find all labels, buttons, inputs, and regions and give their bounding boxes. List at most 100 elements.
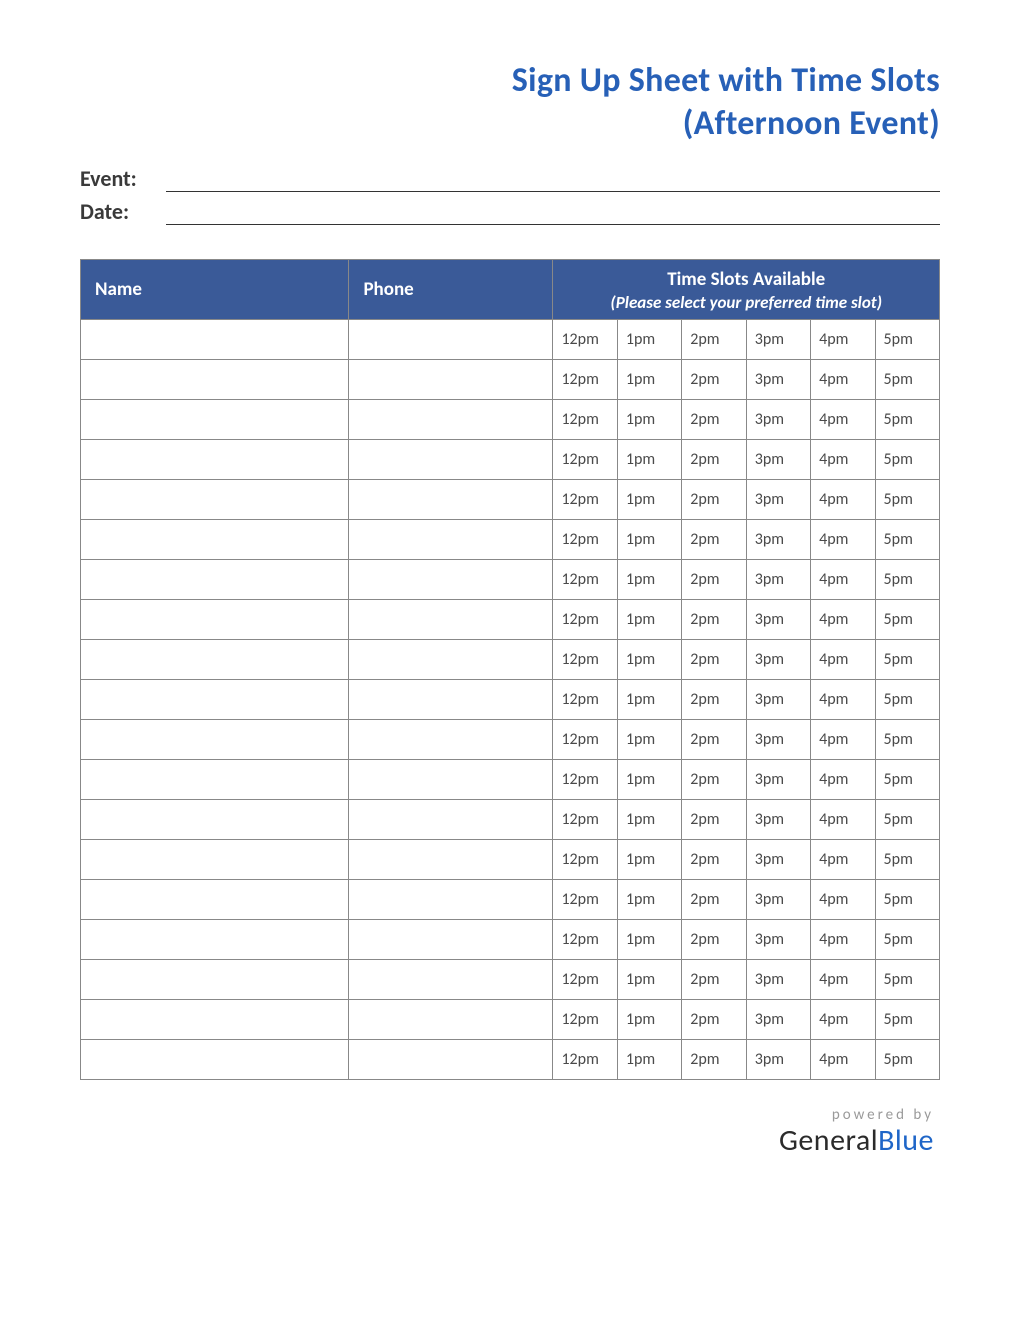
- timeslot-cell[interactable]: 5pm: [875, 319, 939, 359]
- name-cell[interactable]: [81, 599, 349, 639]
- name-cell[interactable]: [81, 519, 349, 559]
- timeslot-cell[interactable]: 4pm: [811, 839, 875, 879]
- timeslot-cell[interactable]: 5pm: [875, 999, 939, 1039]
- name-cell[interactable]: [81, 1039, 349, 1079]
- name-cell[interactable]: [81, 719, 349, 759]
- timeslot-cell[interactable]: 12pm: [553, 399, 617, 439]
- timeslot-cell[interactable]: 2pm: [682, 439, 746, 479]
- phone-cell[interactable]: [349, 319, 553, 359]
- phone-cell[interactable]: [349, 959, 553, 999]
- timeslot-cell[interactable]: 5pm: [875, 399, 939, 439]
- name-cell[interactable]: [81, 679, 349, 719]
- timeslot-cell[interactable]: 4pm: [811, 919, 875, 959]
- timeslot-cell[interactable]: 2pm: [682, 599, 746, 639]
- timeslot-cell[interactable]: 2pm: [682, 639, 746, 679]
- timeslot-cell[interactable]: 2pm: [682, 1039, 746, 1079]
- name-cell[interactable]: [81, 999, 349, 1039]
- timeslot-cell[interactable]: 12pm: [553, 879, 617, 919]
- timeslot-cell[interactable]: 5pm: [875, 1039, 939, 1079]
- timeslot-cell[interactable]: 12pm: [553, 719, 617, 759]
- name-cell[interactable]: [81, 799, 349, 839]
- timeslot-cell[interactable]: 12pm: [553, 559, 617, 599]
- name-cell[interactable]: [81, 759, 349, 799]
- name-cell[interactable]: [81, 479, 349, 519]
- timeslot-cell[interactable]: 12pm: [553, 519, 617, 559]
- timeslot-cell[interactable]: 3pm: [746, 559, 810, 599]
- timeslot-cell[interactable]: 1pm: [617, 839, 681, 879]
- timeslot-cell[interactable]: 4pm: [811, 639, 875, 679]
- timeslot-cell[interactable]: 4pm: [811, 879, 875, 919]
- timeslot-cell[interactable]: 3pm: [746, 1039, 810, 1079]
- timeslot-cell[interactable]: 2pm: [682, 759, 746, 799]
- timeslot-cell[interactable]: 1pm: [617, 519, 681, 559]
- timeslot-cell[interactable]: 5pm: [875, 919, 939, 959]
- timeslot-cell[interactable]: 12pm: [553, 799, 617, 839]
- phone-cell[interactable]: [349, 759, 553, 799]
- timeslot-cell[interactable]: 12pm: [553, 839, 617, 879]
- timeslot-cell[interactable]: 1pm: [617, 639, 681, 679]
- phone-cell[interactable]: [349, 559, 553, 599]
- timeslot-cell[interactable]: 1pm: [617, 999, 681, 1039]
- phone-cell[interactable]: [349, 1039, 553, 1079]
- timeslot-cell[interactable]: 3pm: [746, 519, 810, 559]
- phone-cell[interactable]: [349, 479, 553, 519]
- timeslot-cell[interactable]: 1pm: [617, 919, 681, 959]
- timeslot-cell[interactable]: 2pm: [682, 479, 746, 519]
- timeslot-cell[interactable]: 4pm: [811, 359, 875, 399]
- timeslot-cell[interactable]: 12pm: [553, 759, 617, 799]
- phone-cell[interactable]: [349, 519, 553, 559]
- timeslot-cell[interactable]: 12pm: [553, 1039, 617, 1079]
- timeslot-cell[interactable]: 1pm: [617, 799, 681, 839]
- timeslot-cell[interactable]: 3pm: [746, 319, 810, 359]
- timeslot-cell[interactable]: 3pm: [746, 599, 810, 639]
- timeslot-cell[interactable]: 3pm: [746, 479, 810, 519]
- name-cell[interactable]: [81, 879, 349, 919]
- timeslot-cell[interactable]: 1pm: [617, 759, 681, 799]
- timeslot-cell[interactable]: 2pm: [682, 799, 746, 839]
- timeslot-cell[interactable]: 1pm: [617, 399, 681, 439]
- phone-cell[interactable]: [349, 439, 553, 479]
- timeslot-cell[interactable]: 2pm: [682, 719, 746, 759]
- timeslot-cell[interactable]: 1pm: [617, 879, 681, 919]
- phone-cell[interactable]: [349, 879, 553, 919]
- phone-cell[interactable]: [349, 919, 553, 959]
- timeslot-cell[interactable]: 5pm: [875, 879, 939, 919]
- timeslot-cell[interactable]: 4pm: [811, 959, 875, 999]
- timeslot-cell[interactable]: 3pm: [746, 999, 810, 1039]
- timeslot-cell[interactable]: 1pm: [617, 559, 681, 599]
- timeslot-cell[interactable]: 12pm: [553, 319, 617, 359]
- phone-cell[interactable]: [349, 679, 553, 719]
- timeslot-cell[interactable]: 4pm: [811, 1039, 875, 1079]
- timeslot-cell[interactable]: 3pm: [746, 399, 810, 439]
- timeslot-cell[interactable]: 12pm: [553, 959, 617, 999]
- timeslot-cell[interactable]: 4pm: [811, 479, 875, 519]
- timeslot-cell[interactable]: 2pm: [682, 879, 746, 919]
- name-cell[interactable]: [81, 559, 349, 599]
- timeslot-cell[interactable]: 4pm: [811, 679, 875, 719]
- timeslot-cell[interactable]: 5pm: [875, 559, 939, 599]
- timeslot-cell[interactable]: 1pm: [617, 959, 681, 999]
- timeslot-cell[interactable]: 5pm: [875, 439, 939, 479]
- timeslot-cell[interactable]: 5pm: [875, 959, 939, 999]
- timeslot-cell[interactable]: 2pm: [682, 519, 746, 559]
- timeslot-cell[interactable]: 3pm: [746, 639, 810, 679]
- name-cell[interactable]: [81, 439, 349, 479]
- timeslot-cell[interactable]: 3pm: [746, 439, 810, 479]
- timeslot-cell[interactable]: 2pm: [682, 559, 746, 599]
- timeslot-cell[interactable]: 12pm: [553, 439, 617, 479]
- timeslot-cell[interactable]: 1pm: [617, 359, 681, 399]
- timeslot-cell[interactable]: 4pm: [811, 999, 875, 1039]
- timeslot-cell[interactable]: 1pm: [617, 599, 681, 639]
- timeslot-cell[interactable]: 3pm: [746, 679, 810, 719]
- timeslot-cell[interactable]: 1pm: [617, 1039, 681, 1079]
- name-cell[interactable]: [81, 919, 349, 959]
- timeslot-cell[interactable]: 3pm: [746, 959, 810, 999]
- timeslot-cell[interactable]: 5pm: [875, 519, 939, 559]
- timeslot-cell[interactable]: 5pm: [875, 639, 939, 679]
- timeslot-cell[interactable]: 4pm: [811, 439, 875, 479]
- timeslot-cell[interactable]: 4pm: [811, 719, 875, 759]
- phone-cell[interactable]: [349, 599, 553, 639]
- timeslot-cell[interactable]: 3pm: [746, 759, 810, 799]
- timeslot-cell[interactable]: 2pm: [682, 359, 746, 399]
- timeslot-cell[interactable]: 5pm: [875, 359, 939, 399]
